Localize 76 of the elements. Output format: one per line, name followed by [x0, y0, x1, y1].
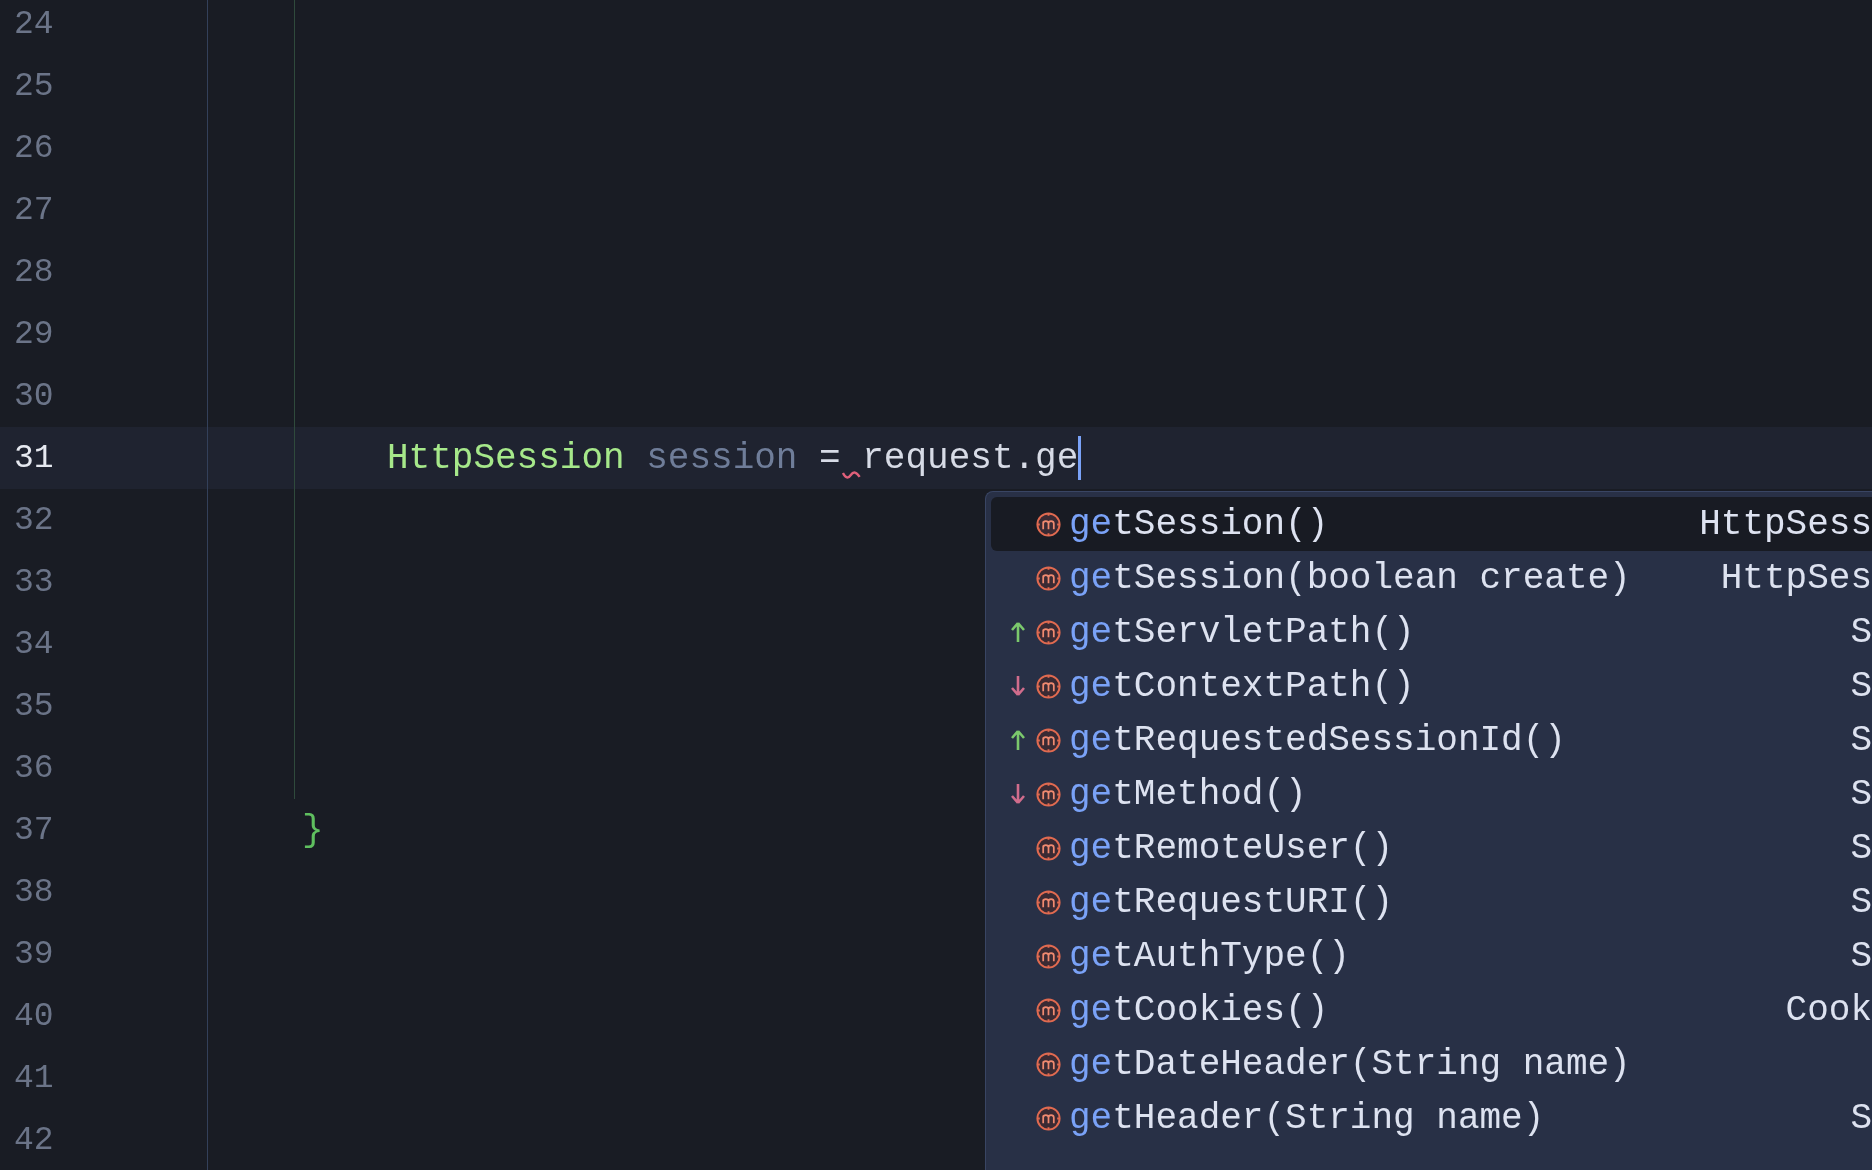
line-number: 32: [0, 489, 208, 551]
method-icon: [1035, 618, 1062, 646]
line-number: 27: [0, 179, 208, 241]
return-type: Cook: [1785, 989, 1872, 1031]
method-name: getRequestURI(): [1069, 881, 1395, 923]
method-name: getRemoteUser(): [1069, 827, 1395, 869]
line-number: 38: [0, 861, 208, 923]
method-name: getRequestedSessionId(): [1069, 719, 1567, 761]
method-icon: [1035, 672, 1062, 700]
method-name: getAuthType(): [1069, 935, 1351, 977]
method-name: getMethod(): [1069, 773, 1308, 815]
text-cursor: [1078, 436, 1082, 480]
line-number: 25: [0, 55, 208, 117]
method-name: getSession(): [1069, 503, 1330, 545]
method-icon: [1035, 780, 1062, 808]
code-token: }: [302, 809, 324, 851]
return-type: S: [1850, 881, 1872, 923]
down-arrow-icon: [1011, 783, 1025, 805]
return-type: S: [1850, 773, 1872, 815]
method-icon: [1035, 564, 1062, 592]
return-type: S: [1850, 719, 1872, 761]
method-icon: [1035, 942, 1062, 970]
return-type: HttpSes: [1720, 557, 1872, 599]
line-number: 42: [0, 1109, 208, 1170]
completion-item[interactable]: getServletPath() S: [991, 605, 1872, 659]
down-arrow-icon: [1011, 675, 1025, 697]
method-icon: [1035, 834, 1062, 862]
return-type: HttpSess: [1699, 503, 1872, 545]
return-type: S: [1850, 665, 1872, 707]
line-number: 33: [0, 551, 208, 613]
completion-item[interactable]: getSession(boolean create) HttpSes: [991, 551, 1872, 605]
method-icon: [1035, 1050, 1062, 1078]
return-type: S: [1850, 611, 1872, 653]
method-icon: [1035, 996, 1062, 1024]
return-type: S: [1850, 935, 1872, 977]
return-type: S: [1850, 1097, 1872, 1139]
method-name: getContextPath(): [1069, 665, 1416, 707]
completion-item[interactable]: getContextPath() S: [991, 659, 1872, 713]
line-number: 39: [0, 923, 208, 985]
line-number: 40: [0, 985, 208, 1047]
method-icon: [1035, 726, 1062, 754]
method-icon: [1035, 888, 1062, 916]
completion-item[interactable]: getSession() HttpSess: [991, 497, 1872, 551]
method-name: getServletPath(): [1069, 611, 1416, 653]
error-squiggle-icon: [840, 469, 863, 481]
code-token: HttpSession: [387, 437, 625, 479]
method-name: getCookies(): [1069, 989, 1330, 1031]
completion-item[interactable]: getMethod() S: [991, 767, 1872, 821]
line-number: 29: [0, 303, 208, 365]
line-number: 26: [0, 117, 208, 179]
completion-item[interactable]: getHeader(String name) S: [991, 1091, 1872, 1145]
line-number: 36: [0, 737, 208, 799]
code-token: request.ge: [862, 437, 1079, 479]
completion-item[interactable]: getRequestURI() S: [991, 875, 1872, 929]
method-icon: [1035, 510, 1062, 538]
return-type: S: [1850, 827, 1872, 869]
method-name: getSession(boolean create): [1069, 557, 1632, 599]
method-name: getHeader(String name): [1069, 1097, 1546, 1139]
completion-item[interactable]: getCookies() Cook: [991, 983, 1872, 1037]
code-token: session: [646, 437, 798, 479]
method-icon: [1035, 1104, 1062, 1132]
line-number: 35: [0, 675, 208, 737]
line-number: 28: [0, 241, 208, 303]
completion-item[interactable]: getRequestedSessionId() S: [991, 713, 1872, 767]
completion-item[interactable]: getAuthType() S: [991, 929, 1872, 983]
completion-item[interactable]: getRemoteUser() S: [991, 821, 1872, 875]
line-number: 31: [0, 427, 208, 489]
line-number: 24: [0, 0, 208, 55]
method-name: getDateHeader(String name): [1069, 1043, 1632, 1085]
line-number: 37: [0, 799, 208, 861]
line-number: 34: [0, 613, 208, 675]
line-number: 41: [0, 1047, 208, 1109]
completion-item[interactable]: getDateHeader(String name): [991, 1037, 1872, 1091]
code-token: =: [819, 437, 841, 479]
up-arrow-icon: [1011, 729, 1025, 751]
up-arrow-icon: [1011, 621, 1025, 643]
